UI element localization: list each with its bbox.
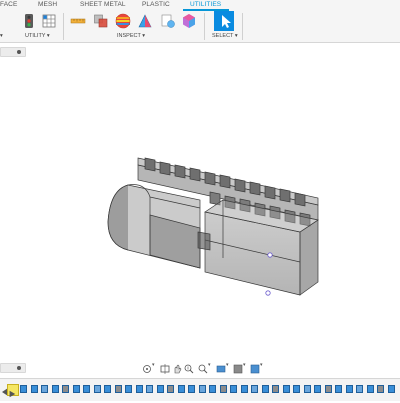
timeline-feature[interactable] [324, 385, 332, 393]
timeline-feature[interactable] [93, 385, 101, 393]
timeline-feature[interactable] [135, 385, 143, 393]
group-divider [242, 13, 243, 40]
comments-panel-chip[interactable] [0, 363, 26, 373]
browser-panel-chip[interactable] [0, 47, 26, 57]
look-at-icon[interactable] [160, 361, 170, 374]
timeline-feature[interactable] [104, 385, 111, 393]
group-divider [204, 13, 205, 40]
timeline-feature[interactable] [146, 385, 153, 393]
tab-plastic[interactable]: PLASTIC [142, 1, 170, 8]
timeline-feature[interactable] [261, 385, 269, 393]
timeline-feature[interactable] [156, 385, 164, 393]
timeline-feature[interactable] [272, 385, 279, 393]
chevron-down-icon[interactable]: ▾ [152, 362, 155, 368]
truncated-group-caret[interactable]: ▾ [0, 33, 3, 39]
vertex-marker[interactable] [267, 252, 273, 258]
orbit-icon[interactable] [142, 361, 152, 373]
viewports-icon[interactable] [250, 361, 260, 374]
tab-sheet-metal[interactable]: SHEET METAL [80, 1, 126, 8]
select-group-label[interactable]: SELECT ▾ [212, 33, 238, 39]
timeline-feature[interactable] [303, 385, 311, 393]
panel-pin-icon[interactable] [17, 366, 21, 370]
utility-group-text: UTILITY [25, 33, 46, 39]
draft-analysis-icon[interactable] [137, 13, 153, 29]
timeline-feature[interactable] [335, 385, 342, 393]
chevron-down-icon[interactable]: ▾ [208, 362, 211, 368]
timeline-feature[interactable] [345, 385, 353, 393]
select-group-text: SELECT [212, 33, 234, 39]
group-divider [63, 13, 64, 40]
timeline-feature[interactable] [83, 385, 90, 393]
timeline-feature[interactable] [219, 385, 227, 393]
timeline-feature[interactable] [51, 385, 59, 393]
play-icon[interactable] [7, 384, 19, 398]
interference-icon[interactable] [93, 13, 109, 29]
timeline-feature[interactable] [198, 385, 206, 393]
timeline-feature[interactable] [387, 385, 395, 393]
timeline-feature[interactable] [72, 385, 80, 393]
timeline-bar [0, 378, 400, 401]
timeline-feature[interactable] [167, 385, 174, 393]
timeline-feature[interactable] [377, 385, 384, 393]
3d-model [107, 157, 319, 296]
timeline-feature[interactable] [356, 385, 363, 393]
timeline-feature[interactable] [230, 385, 237, 393]
tab-surface[interactable]: FACE [0, 1, 17, 8]
timeline-feature[interactable] [366, 385, 374, 393]
timeline-feature[interactable] [41, 385, 48, 393]
select-cursor-icon[interactable] [214, 11, 234, 31]
inspect-group-text: INSPECT [117, 33, 141, 39]
timeline-feature[interactable] [125, 385, 132, 393]
grid-icon[interactable] [233, 361, 243, 374]
zoom-icon[interactable] [184, 361, 194, 374]
component-color-icon[interactable] [160, 13, 176, 29]
pan-icon[interactable] [172, 361, 182, 374]
zebra-analysis-icon[interactable] [115, 13, 131, 29]
chevron-down-icon: ▾ [234, 33, 238, 39]
timeline-feature[interactable] [314, 385, 321, 393]
utility-group-label[interactable]: UTILITY ▾ [25, 33, 50, 39]
chevron-down-icon: ▾ [142, 33, 146, 39]
chevron-down-icon[interactable]: ▾ [226, 362, 229, 368]
chevron-down-icon[interactable]: ▾ [243, 362, 246, 368]
timeline-feature[interactable] [240, 385, 248, 393]
timeline-feature[interactable] [30, 385, 38, 393]
chevron-down-icon[interactable]: ▾ [260, 362, 263, 368]
panel-pin-icon[interactable] [17, 50, 21, 54]
stoplight-icon[interactable] [21, 13, 37, 29]
timeline-feature[interactable] [209, 385, 216, 393]
timeline-feature[interactable] [251, 385, 258, 393]
tab-mesh[interactable]: MESH [38, 1, 57, 8]
left-hinge-body [107, 184, 201, 269]
inspect-group-label[interactable]: INSPECT ▾ [117, 33, 145, 39]
table-grid-icon[interactable] [41, 13, 57, 29]
model-canvas[interactable] [0, 60, 400, 360]
vertex-marker[interactable] [265, 290, 271, 296]
3d-viewport[interactable] [0, 60, 400, 360]
timeline-feature[interactable] [20, 385, 27, 393]
timeline-feature[interactable] [114, 385, 122, 393]
timeline-feature[interactable] [177, 385, 185, 393]
timeline-feature[interactable] [188, 385, 195, 393]
chevron-down-icon: ▾ [46, 33, 50, 39]
display-style-icon[interactable] [216, 361, 226, 373]
toolbar-ribbon: FACE MESH SHEET METAL PLASTIC UTILITIES … [0, 0, 400, 43]
timeline-feature[interactable] [62, 385, 69, 393]
timeline-feature[interactable] [293, 385, 300, 393]
measure-icon[interactable] [70, 13, 86, 29]
timeline-feature[interactable] [282, 385, 290, 393]
navigation-bar: ▾ ▾ ▾ ▾ ▾ [140, 360, 265, 374]
display-settings-icon[interactable] [181, 13, 197, 29]
zoom-window-icon[interactable] [198, 361, 208, 374]
tab-utilities[interactable]: UTILITIES [190, 1, 221, 8]
